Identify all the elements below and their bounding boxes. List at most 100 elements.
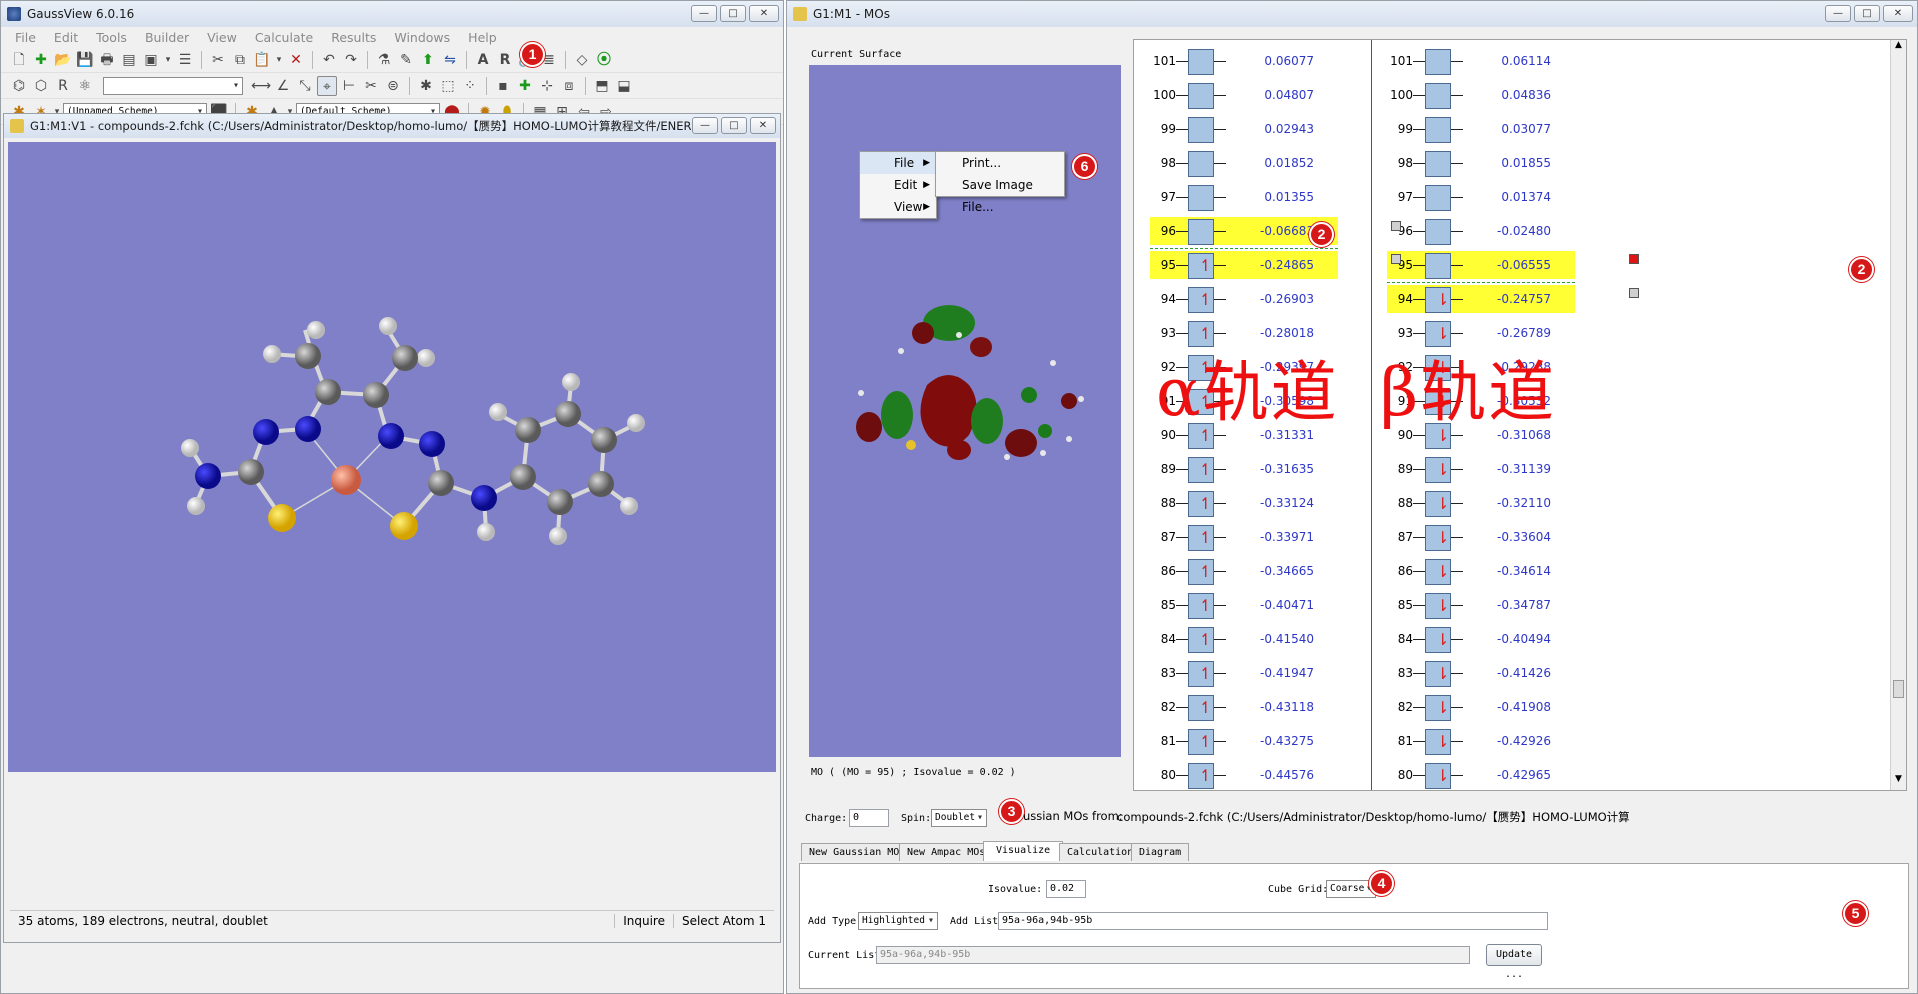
save-image-menu-item[interactable]: Save Image File...	[936, 174, 1064, 214]
open-folder-icon[interactable]: 📂	[53, 50, 73, 70]
symmetrize-icon[interactable]: ⬆	[418, 50, 438, 70]
context-menu-file[interactable]: File ▶	[860, 152, 936, 174]
print-menu-item[interactable]: Print...	[936, 152, 1064, 174]
selection-tool-icon[interactable]: ⊹	[537, 76, 557, 96]
alpha-orbital-row[interactable]: 83 ↿ -0.41947	[1138, 656, 1368, 690]
cube-icon[interactable]: ⬒	[592, 76, 612, 96]
beta-94-select-square[interactable]	[1629, 288, 1639, 298]
menu-windows[interactable]: Windows	[394, 30, 450, 45]
alpha-orbital-row[interactable]: 93 ↿ -0.28018	[1138, 316, 1368, 350]
minimize-button[interactable]: —	[691, 5, 717, 22]
beta-orbital-row[interactable]: 100 0.04836	[1375, 78, 1605, 112]
alpha-orbital-row[interactable]: 101 0.06077	[1138, 44, 1368, 78]
alpha-orbital-row[interactable]: 84 ↿ -0.41540	[1138, 622, 1368, 656]
beta-orbital-row[interactable]: 83 ⇂ -0.41426	[1375, 656, 1605, 690]
alpha-orbital-row[interactable]: 95 ↿ -0.24865	[1138, 248, 1368, 282]
inquire-icon[interactable]: ⌖	[317, 75, 337, 96]
beta-orbital-row[interactable]: 89 ⇂ -0.31139	[1375, 452, 1605, 486]
tab-visualize[interactable]: Visualize	[983, 841, 1064, 861]
traffic-light-icon[interactable]: ⦿	[594, 50, 614, 70]
delete-icon[interactable]: ✕	[286, 50, 306, 70]
beta-95-select-square[interactable]	[1629, 254, 1639, 264]
alpha-96-select-square[interactable]	[1391, 221, 1401, 231]
redo-icon[interactable]: ↷	[341, 50, 361, 70]
paste-icon[interactable]: 📋	[252, 50, 272, 70]
alpha-orbital-row[interactable]: 81 ↿ -0.43275	[1138, 724, 1368, 758]
alpha-orbital-row[interactable]: 99 0.02943	[1138, 112, 1368, 146]
orbital-box[interactable]	[1188, 49, 1214, 75]
beta-orbital-row[interactable]: 95 -0.06555	[1375, 248, 1605, 282]
menu-file[interactable]: File	[15, 30, 36, 45]
alpha-95-select-square[interactable]	[1391, 254, 1401, 264]
spin-combo[interactable]: Doublet	[931, 809, 987, 827]
orbital-box[interactable]	[1188, 117, 1214, 143]
tab-new-ampac-mos[interactable]: New Ampac MOs	[899, 843, 994, 861]
alpha-orbital-row[interactable]: 80 ↿ -0.44576	[1138, 758, 1368, 790]
orbital-box[interactable]	[1425, 219, 1451, 245]
orbital-box[interactable]	[1188, 151, 1214, 177]
layer-tool-icon[interactable]: ⧈	[559, 76, 579, 96]
menu-edit[interactable]: Edit	[54, 30, 78, 45]
alpha-orbital-row[interactable]: 89 ↿ -0.31635	[1138, 452, 1368, 486]
add-valence-icon[interactable]: ⊢	[339, 76, 359, 96]
tab-diagram[interactable]: Diagram	[1131, 843, 1190, 861]
invert-icon[interactable]: ⊜	[383, 76, 403, 96]
alpha-orbital-row[interactable]: 85 ↿ -0.40471	[1138, 588, 1368, 622]
beta-orbital-row[interactable]: 99 0.03077	[1375, 112, 1605, 146]
new-molecule-icon[interactable]: ✚	[31, 50, 51, 70]
new-file-icon[interactable]: 🗋	[9, 50, 29, 70]
tab-new-gaussian-mos[interactable]: New Gaussian MOs	[801, 843, 914, 861]
print-icon[interactable]: 🖶	[97, 50, 117, 70]
diamond-icon[interactable]: ◇	[572, 50, 592, 70]
beta-orbital-row[interactable]: 81 ⇂ -0.42926	[1375, 724, 1605, 758]
orbital-box[interactable]	[1425, 117, 1451, 143]
alpha-orbital-row[interactable]: 98 0.01852	[1138, 146, 1368, 180]
view-close-button[interactable]: ✕	[750, 117, 776, 134]
menu-builder[interactable]: Builder	[145, 30, 189, 45]
list-icon[interactable]: ☰	[175, 50, 195, 70]
context-menu-edit[interactable]: Edit ▶	[860, 174, 936, 196]
tab-calculation[interactable]: Calculation	[1059, 843, 1142, 861]
mirror-icon[interactable]: ✱	[416, 76, 436, 96]
orbital-box[interactable]	[1425, 49, 1451, 75]
select-icon[interactable]: ⬚	[438, 76, 458, 96]
mos-close-button[interactable]: ✕	[1883, 5, 1913, 22]
maximize-button[interactable]: □	[720, 5, 746, 22]
beta-orbital-row[interactable]: 87 ⇂ -0.33604	[1375, 520, 1605, 554]
clean-icon[interactable]: ✎	[396, 50, 416, 70]
orbital-box[interactable]	[1425, 83, 1451, 109]
alpha-orbital-row[interactable]: 94 ↿ -0.26903	[1138, 282, 1368, 316]
mos-maximize-button[interactable]: □	[1854, 5, 1880, 22]
menu-view[interactable]: View	[207, 30, 237, 45]
mo-list-scrollbar[interactable]: ▲ ▼	[1890, 40, 1906, 790]
print-preview-icon[interactable]: ▤	[119, 50, 139, 70]
update-button[interactable]: Update ...	[1486, 944, 1542, 980]
alpha-orbital-row[interactable]: 97 0.01355	[1138, 180, 1368, 214]
dropdown-arrow-icon[interactable]: ▾	[163, 50, 173, 70]
menu-results[interactable]: Results	[331, 30, 376, 45]
copy-icon[interactable]: ⧉	[230, 50, 250, 70]
beta-orbital-row[interactable]: 84 ⇂ -0.40494	[1375, 622, 1605, 656]
close-button[interactable]: ✕	[749, 5, 779, 22]
delete-atom-icon[interactable]: ✂	[361, 76, 381, 96]
symmetry-icon[interactable]: ⇋	[440, 50, 460, 70]
scroll-down-icon[interactable]: ▼	[1891, 774, 1906, 790]
fragment-combo[interactable]	[103, 76, 243, 95]
orbital-box[interactable]	[1188, 83, 1214, 109]
element-icon[interactable]: ⌬	[9, 76, 29, 96]
menu-calculate[interactable]: Calculate	[255, 30, 313, 45]
save-image-icon[interactable]: ▣	[141, 50, 161, 70]
alpha-orbital-row[interactable]: 100 0.04807	[1138, 78, 1368, 112]
dropdown-arrow-icon[interactable]: ▾	[274, 50, 284, 70]
ring-icon[interactable]: ⬡	[31, 76, 51, 96]
r-group-icon[interactable]: R	[53, 76, 73, 96]
cut-icon[interactable]: ✂	[208, 50, 228, 70]
menu-tools[interactable]: Tools	[96, 30, 127, 45]
text-r-icon[interactable]: R	[495, 50, 515, 70]
beta-orbital-row[interactable]: 93 ⇂ -0.26789	[1375, 316, 1605, 350]
add-list-input[interactable]: 95a-96a,94b-95b	[998, 912, 1548, 930]
isovalue-input[interactable]: 0.02	[1046, 880, 1086, 898]
alpha-orbital-row[interactable]: 87 ↿ -0.33971	[1138, 520, 1368, 554]
charge-input[interactable]: 0	[849, 809, 889, 827]
alpha-orbital-row[interactable]: 82 ↿ -0.43118	[1138, 690, 1368, 724]
